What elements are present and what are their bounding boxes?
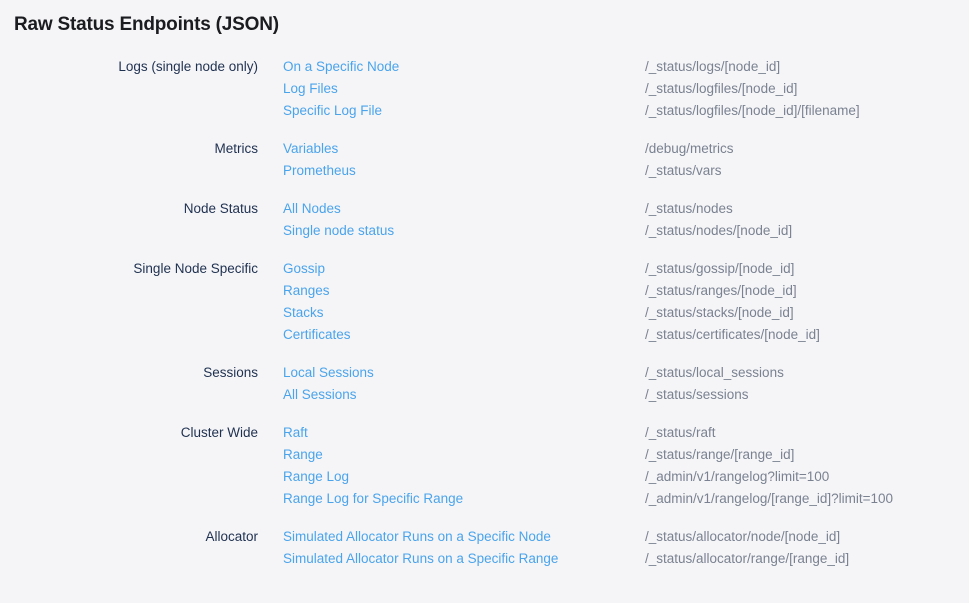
endpoint-path: /_status/local_sessions	[645, 362, 784, 384]
endpoint-path: /_admin/v1/rangelog?limit=100	[645, 466, 829, 488]
page-title: Raw Status Endpoints (JSON)	[0, 0, 969, 37]
category-label: Cluster Wide	[0, 422, 258, 444]
endpoint-path: /_status/logs/[node_id]	[645, 56, 780, 78]
endpoint-section: Metrics Variables/debug/metricsPrometheus…	[0, 138, 969, 182]
endpoint-link[interactable]: Single node status	[283, 220, 645, 242]
endpoint-link[interactable]: Range Log for Specific Range	[283, 488, 645, 510]
category-label: Single Node Specific	[0, 258, 258, 280]
endpoint-row: Prometheus/_status/vars	[283, 160, 969, 182]
endpoint-path: /_status/raft	[645, 422, 716, 444]
endpoint-section: Single Node Specific Gossip/_status/gossi…	[0, 258, 969, 346]
endpoint-path: /_status/allocator/node/[node_id]	[645, 526, 840, 548]
endpoint-path: /_status/logfiles/[node_id]	[645, 78, 797, 100]
endpoint-sections: Logs (single node only) On a Specific Nod…	[0, 56, 969, 570]
endpoint-rows: Variables/debug/metricsPrometheus/_statu…	[283, 138, 969, 182]
endpoint-row: Variables/debug/metrics	[283, 138, 969, 160]
category-label: Logs (single node only)	[0, 56, 258, 78]
endpoint-section: Logs (single node only) On a Specific Nod…	[0, 56, 969, 122]
endpoint-link[interactable]: All Nodes	[283, 198, 645, 220]
endpoint-link[interactable]: Variables	[283, 138, 645, 160]
category-label: Allocator	[0, 526, 258, 548]
endpoint-rows: Local Sessions/_status/local_sessionsAll…	[283, 362, 969, 406]
endpoint-link[interactable]: Gossip	[283, 258, 645, 280]
endpoint-link[interactable]: Prometheus	[283, 160, 645, 182]
endpoint-row: Log Files/_status/logfiles/[node_id]	[283, 78, 969, 100]
endpoint-row: Raft/_status/raft	[283, 422, 969, 444]
endpoint-row: Simulated Allocator Runs on a Specific R…	[283, 548, 969, 570]
endpoint-row: Stacks/_status/stacks/[node_id]	[283, 302, 969, 324]
endpoint-rows: Raft/_status/raftRange/_status/range/[ra…	[283, 422, 969, 510]
endpoint-rows: Simulated Allocator Runs on a Specific N…	[283, 526, 969, 570]
endpoint-path: /_status/certificates/[node_id]	[645, 324, 820, 346]
endpoint-row: Specific Log File/_status/logfiles/[node…	[283, 100, 969, 122]
endpoint-path: /debug/metrics	[645, 138, 734, 160]
endpoint-link[interactable]: Range	[283, 444, 645, 466]
endpoint-path: /_status/vars	[645, 160, 722, 182]
endpoint-link[interactable]: Local Sessions	[283, 362, 645, 384]
endpoint-path: /_admin/v1/rangelog/[range_id]?limit=100	[645, 488, 893, 510]
endpoint-link[interactable]: Ranges	[283, 280, 645, 302]
endpoint-rows: On a Specific Node/_status/logs/[node_id…	[283, 56, 969, 122]
endpoint-path: /_status/gossip/[node_id]	[645, 258, 794, 280]
endpoint-row: Certificates/_status/certificates/[node_…	[283, 324, 969, 346]
endpoint-row: Local Sessions/_status/local_sessions	[283, 362, 969, 384]
endpoint-link[interactable]: Certificates	[283, 324, 645, 346]
endpoint-section: Sessions Local Sessions/_status/local_ses…	[0, 362, 969, 406]
endpoint-path: /_status/nodes	[645, 198, 733, 220]
endpoint-rows: Gossip/_status/gossip/[node_id]Ranges/_s…	[283, 258, 969, 346]
endpoint-row: Simulated Allocator Runs on a Specific N…	[283, 526, 969, 548]
endpoint-row: Range Log/_admin/v1/rangelog?limit=100	[283, 466, 969, 488]
endpoint-section: Cluster Wide Raft/_status/raftRange/_stat…	[0, 422, 969, 510]
endpoint-section: Allocator Simulated Allocator Runs on a S…	[0, 526, 969, 570]
endpoint-row: Range/_status/range/[range_id]	[283, 444, 969, 466]
endpoint-section: Node Status All Nodes/_status/nodesSingle…	[0, 198, 969, 242]
endpoint-link[interactable]: Raft	[283, 422, 645, 444]
endpoint-link[interactable]: Simulated Allocator Runs on a Specific R…	[283, 548, 645, 570]
category-label: Node Status	[0, 198, 258, 220]
endpoint-row: Single node status/_status/nodes/[node_i…	[283, 220, 969, 242]
endpoint-path: /_status/sessions	[645, 384, 749, 406]
endpoint-path: /_status/logfiles/[node_id]/[filename]	[645, 100, 860, 122]
endpoint-link[interactable]: Specific Log File	[283, 100, 645, 122]
category-label: Sessions	[0, 362, 258, 384]
endpoint-rows: All Nodes/_status/nodesSingle node statu…	[283, 198, 969, 242]
endpoint-row: Gossip/_status/gossip/[node_id]	[283, 258, 969, 280]
endpoint-link[interactable]: Stacks	[283, 302, 645, 324]
endpoint-link[interactable]: Range Log	[283, 466, 645, 488]
endpoint-path: /_status/ranges/[node_id]	[645, 280, 797, 302]
endpoint-path: /_status/range/[range_id]	[645, 444, 794, 466]
endpoint-row: All Sessions/_status/sessions	[283, 384, 969, 406]
endpoint-path: /_status/allocator/range/[range_id]	[645, 548, 849, 570]
endpoint-row: Ranges/_status/ranges/[node_id]	[283, 280, 969, 302]
endpoint-row: All Nodes/_status/nodes	[283, 198, 969, 220]
endpoint-row: Range Log for Specific Range/_admin/v1/r…	[283, 488, 969, 510]
category-label: Metrics	[0, 138, 258, 160]
endpoint-link[interactable]: All Sessions	[283, 384, 645, 406]
endpoint-link[interactable]: On a Specific Node	[283, 56, 645, 78]
endpoint-path: /_status/stacks/[node_id]	[645, 302, 794, 324]
endpoint-path: /_status/nodes/[node_id]	[645, 220, 792, 242]
endpoint-link[interactable]: Log Files	[283, 78, 645, 100]
endpoint-link[interactable]: Simulated Allocator Runs on a Specific N…	[283, 526, 645, 548]
endpoint-row: On a Specific Node/_status/logs/[node_id…	[283, 56, 969, 78]
